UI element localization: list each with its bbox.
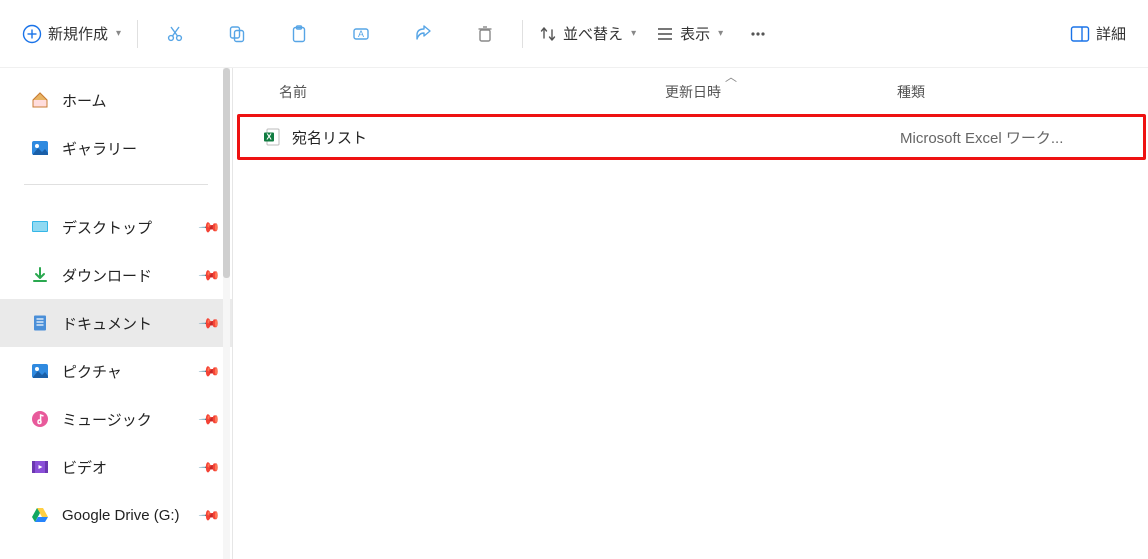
view-button-label: 表示 bbox=[680, 23, 710, 44]
rename-button[interactable]: A bbox=[340, 13, 382, 55]
home-icon bbox=[30, 90, 50, 110]
sidebar-item-pictures[interactable]: ピクチャ 📌 bbox=[0, 347, 232, 395]
sidebar-item-label: ホーム bbox=[62, 90, 107, 111]
separator bbox=[24, 184, 208, 185]
gallery-icon bbox=[30, 138, 50, 158]
sidebar: ホーム ギャラリー デスクトップ 📌 ダウンロード 📌 ドキュメント 📌 ピクチ… bbox=[0, 68, 232, 559]
sidebar-item-label: ダウンロード bbox=[62, 265, 152, 286]
toolbar: 新規作成 ▾ A 並べ替え ▾ 表示 ▾ 詳細 bbox=[0, 0, 1148, 68]
pin-icon: 📌 bbox=[197, 311, 221, 335]
file-row[interactable]: X 宛名リスト Microsoft Excel ワーク... bbox=[240, 127, 1143, 148]
view-button[interactable]: 表示 ▾ bbox=[646, 17, 733, 50]
new-button-label: 新規作成 bbox=[48, 23, 108, 44]
sidebar-item-gdrive[interactable]: Google Drive (G:) 📌 bbox=[0, 491, 232, 539]
delete-button[interactable] bbox=[464, 13, 506, 55]
sidebar-item-downloads[interactable]: ダウンロード 📌 bbox=[0, 251, 232, 299]
separator bbox=[137, 20, 138, 48]
pin-icon: 📌 bbox=[197, 503, 221, 527]
detail-button-label: 詳細 bbox=[1096, 23, 1126, 44]
sidebar-item-label: ドキュメント bbox=[62, 313, 152, 334]
separator bbox=[522, 20, 523, 48]
pin-icon: 📌 bbox=[197, 359, 221, 383]
pin-icon: 📌 bbox=[197, 455, 221, 479]
plus-circle-icon bbox=[22, 24, 42, 44]
sidebar-item-label: デスクトップ bbox=[62, 217, 152, 238]
file-name-text: 宛名リスト bbox=[292, 127, 367, 148]
trash-icon bbox=[475, 24, 495, 44]
sidebar-item-gallery[interactable]: ギャラリー bbox=[0, 124, 232, 172]
more-icon bbox=[748, 24, 768, 44]
chevron-down-icon: ▾ bbox=[631, 28, 636, 39]
new-button[interactable]: 新規作成 ▾ bbox=[12, 17, 131, 50]
sort-icon bbox=[539, 25, 557, 43]
clipboard-icon bbox=[289, 24, 309, 44]
pin-icon: 📌 bbox=[197, 215, 221, 239]
svg-text:X: X bbox=[266, 133, 272, 142]
chevron-down-icon: ▾ bbox=[116, 28, 121, 39]
download-icon bbox=[30, 265, 50, 285]
sidebar-item-label: Google Drive (G:) bbox=[62, 507, 180, 524]
column-header-type[interactable]: 種類 bbox=[897, 82, 1148, 102]
svg-text:A: A bbox=[358, 29, 364, 39]
copy-icon bbox=[227, 24, 247, 44]
sidebar-item-documents[interactable]: ドキュメント 📌 bbox=[0, 299, 232, 347]
gdrive-icon bbox=[30, 505, 50, 525]
pin-icon: 📌 bbox=[197, 263, 221, 287]
sidebar-item-videos[interactable]: ビデオ 📌 bbox=[0, 443, 232, 491]
detail-button[interactable]: 詳細 bbox=[1060, 17, 1136, 50]
paste-button[interactable] bbox=[278, 13, 320, 55]
sidebar-item-label: ギャラリー bbox=[62, 138, 137, 159]
file-type-text: Microsoft Excel ワーク... bbox=[900, 127, 1143, 148]
video-icon bbox=[30, 457, 50, 477]
share-button[interactable] bbox=[402, 13, 444, 55]
sidebar-item-music[interactable]: ミュージック 📌 bbox=[0, 395, 232, 443]
desktop-icon bbox=[30, 217, 50, 237]
scrollbar-thumb[interactable] bbox=[223, 68, 230, 278]
sort-caret-icon: ︿ bbox=[725, 68, 737, 85]
document-icon bbox=[30, 313, 50, 333]
list-icon bbox=[656, 25, 674, 43]
pictures-icon bbox=[30, 361, 50, 381]
detail-pane-icon bbox=[1070, 25, 1090, 43]
more-button[interactable] bbox=[737, 13, 779, 55]
column-header-date[interactable]: 更新日時 bbox=[665, 82, 897, 102]
scissors-icon bbox=[165, 24, 185, 44]
file-list-pane: ︿ 名前 更新日時 種類 X 宛名リスト Microsoft Excel ワーク… bbox=[233, 68, 1148, 559]
sidebar-item-desktop[interactable]: デスクトップ 📌 bbox=[0, 203, 232, 251]
highlighted-file-row: X 宛名リスト Microsoft Excel ワーク... bbox=[237, 114, 1146, 160]
sort-button-label: 並べ替え bbox=[563, 23, 623, 44]
sort-button[interactable]: 並べ替え ▾ bbox=[529, 17, 646, 50]
sidebar-item-label: ビデオ bbox=[62, 457, 107, 478]
pin-icon: 📌 bbox=[197, 407, 221, 431]
column-header-name[interactable]: 名前 bbox=[233, 82, 665, 102]
sidebar-item-home[interactable]: ホーム bbox=[0, 76, 232, 124]
chevron-down-icon: ▾ bbox=[718, 28, 723, 39]
share-icon bbox=[413, 24, 433, 44]
sidebar-item-label: ミュージック bbox=[62, 409, 152, 430]
sidebar-item-label: ピクチャ bbox=[62, 361, 122, 382]
cut-button[interactable] bbox=[154, 13, 196, 55]
music-icon bbox=[30, 409, 50, 429]
copy-button[interactable] bbox=[216, 13, 258, 55]
excel-file-icon: X bbox=[262, 127, 282, 147]
column-headers: ︿ 名前 更新日時 種類 bbox=[233, 68, 1148, 114]
rename-icon: A bbox=[351, 24, 371, 44]
